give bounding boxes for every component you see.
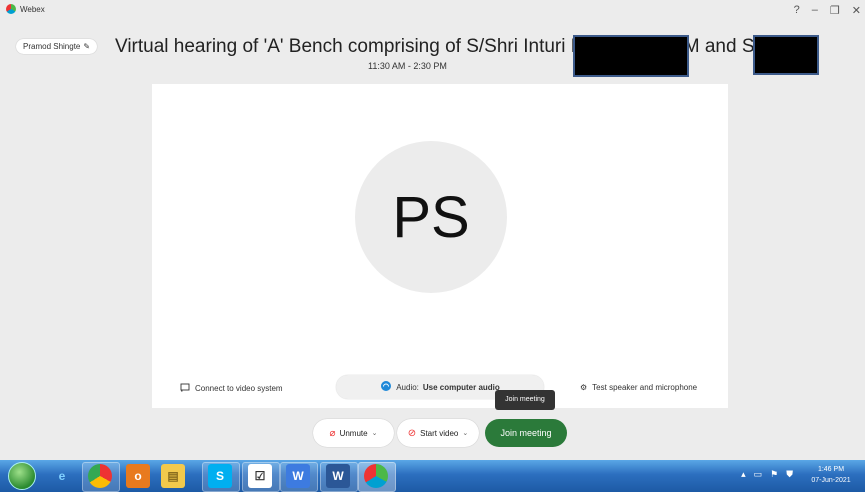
outlook-icon[interactable]: o [126, 464, 150, 488]
clock-date: 07-Jun-2021 [811, 477, 851, 484]
video-off-icon: ⊘ [407, 427, 417, 439]
meeting-title: Virtual hearing of 'A' Bench comprising … [115, 36, 810, 57]
help-icon[interactable]: ? [794, 4, 800, 17]
network-icon[interactable]: ▭ [754, 469, 763, 480]
webex-taskbar-icon[interactable] [364, 464, 388, 488]
window-controls: ? – ❐ ✕ [794, 4, 861, 17]
checklist-icon[interactable]: ☑ [248, 464, 272, 488]
user-name: Pramod Shingte [23, 42, 81, 51]
join-tooltip: Join meeting [495, 390, 555, 410]
connect-video-system-button[interactable]: Connect to video system [180, 383, 283, 394]
unmute-label: Unmute [339, 428, 368, 438]
title-bar: Webex ? – ❐ ✕ [0, 0, 865, 22]
audio-prefix: Audio: [396, 382, 419, 392]
word-icon[interactable]: W [326, 464, 350, 488]
internet-explorer-icon[interactable]: e [50, 464, 74, 488]
close-icon[interactable]: ✕ [852, 4, 861, 17]
video-preview: PS Connect to video system Audio: Use co… [152, 84, 728, 408]
user-name-chip[interactable]: Pramod Shingte ✎ [16, 39, 98, 54]
webex-logo-icon [6, 4, 16, 14]
test-label: Test speaker and microphone [592, 383, 698, 392]
audio-value: Use computer audio [422, 382, 500, 392]
audio-icon [380, 380, 392, 394]
flag-icon[interactable]: ⚑ [770, 469, 778, 480]
wps-writer-icon[interactable]: W [286, 464, 310, 488]
chrome-icon[interactable] [88, 464, 112, 488]
skype-icon[interactable]: S [208, 464, 232, 488]
app-title-text: Webex [20, 4, 45, 14]
usb-icon[interactable]: ⛊ [786, 469, 793, 480]
minimize-icon[interactable]: – [812, 4, 818, 17]
clock-time: 1:46 PM [817, 466, 845, 473]
taskbar: e o ▤ S ☑ W W ▴ ▭ ⚑ ⛊ 1:46 PM 07-Jun-202… [0, 460, 865, 492]
avatar: PS [355, 141, 507, 293]
redaction-box [753, 35, 819, 75]
pencil-icon[interactable]: ✎ [83, 39, 90, 54]
file-explorer-icon[interactable]: ▤ [161, 464, 185, 488]
app-title: Webex [6, 4, 45, 14]
meeting-time: 11:30 AM - 2:30 PM [368, 61, 447, 71]
start-video-button[interactable]: ⊘ Start video ⌄ [397, 419, 479, 447]
system-tray: ▴ ▭ ⚑ ⛊ [741, 469, 793, 480]
muted-mic-icon: ⌀ [329, 427, 336, 439]
connect-label: Connect to video system [195, 384, 283, 393]
test-speaker-button[interactable]: ⚙ Test speaker and microphone [580, 383, 697, 392]
chevron-down-icon[interactable]: ⌄ [372, 429, 378, 437]
unmute-button[interactable]: ⌀ Unmute ⌄ [313, 419, 394, 447]
webex-window: Webex ? – ❐ ✕ Pramod Shingte ✎ Virtual h… [0, 0, 865, 460]
join-meeting-button[interactable]: Join meeting [485, 419, 567, 447]
cast-icon [180, 383, 190, 394]
start-video-label: Start video [420, 428, 459, 438]
maximize-icon[interactable]: ❐ [830, 4, 840, 17]
system-clock[interactable]: 1:46 PM 07-Jun-2021 [801, 464, 861, 486]
redaction-box [573, 35, 689, 77]
gear-icon: ⚙ [580, 383, 588, 392]
chevron-up-icon[interactable]: ▴ [741, 469, 746, 480]
start-button[interactable] [8, 462, 36, 490]
chevron-down-icon[interactable]: ⌄ [462, 429, 468, 437]
